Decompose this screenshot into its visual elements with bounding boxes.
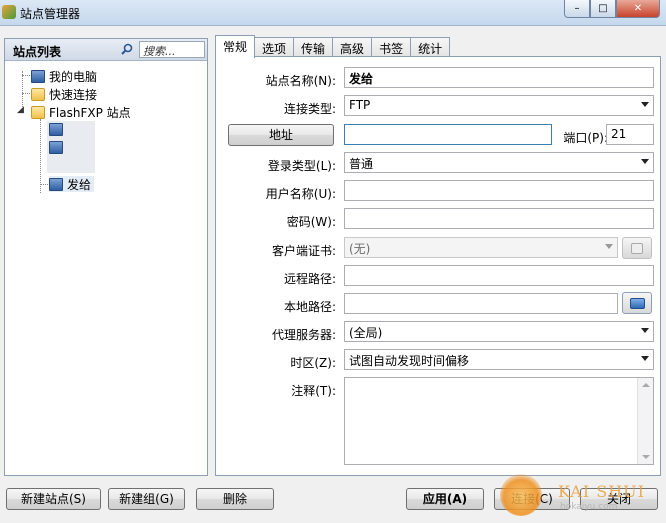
tab-general[interactable]: 常规 (215, 35, 256, 58)
proxy-select[interactable]: (全局) (344, 321, 654, 342)
dropdown-arrow-icon (605, 244, 613, 249)
notes-textarea[interactable] (344, 377, 654, 465)
client-cert-select[interactable]: (无) (344, 237, 618, 258)
computer-icon (31, 69, 45, 83)
connection-type-select[interactable]: FTP (344, 95, 654, 116)
tab-bookmarks[interactable]: 书签 (371, 37, 412, 58)
new-site-button[interactable]: 新建站点(S) (6, 488, 101, 510)
new-group-button[interactable]: 新建组(G) (108, 488, 185, 510)
proxy-label: 代理服务器: (271, 328, 336, 342)
search-icon[interactable] (121, 43, 133, 55)
site-list-header: 站点列表 搜索... (5, 39, 207, 61)
login-type-select[interactable]: 普通 (344, 152, 654, 173)
tree-item-label: 快速连接 (49, 87, 98, 102)
folder-icon (630, 298, 645, 309)
certificate-icon (631, 243, 643, 254)
site-list-title: 站点列表 (13, 45, 62, 59)
dropdown-arrow-icon (641, 102, 649, 107)
window-controls: – □ ✕ (564, 0, 660, 18)
site-list-panel: 站点列表 搜索... ◢ 我的电脑 快速连接 FlashFXP 站点 发给 (4, 38, 208, 476)
tree-item-flashfxp-sites[interactable]: FlashFXP 站点 (31, 104, 131, 120)
connection-type-value: FTP (349, 98, 371, 112)
search-input[interactable]: 搜索... (139, 41, 205, 58)
password-label: 密码(W): (286, 215, 336, 229)
local-path-label: 本地路径: (283, 300, 336, 314)
site-icon (49, 177, 63, 191)
timezone-value: 试图自动发现时间偏移 (349, 354, 470, 368)
site-icon (49, 141, 63, 154)
folder-icon (31, 87, 45, 101)
minimize-button[interactable]: – (564, 0, 590, 18)
timezone-select[interactable]: 试图自动发现时间偏移 (344, 349, 654, 370)
app-icon (2, 5, 16, 19)
browse-folder-button[interactable] (622, 292, 652, 314)
folder-icon (31, 105, 45, 119)
port-label: 端口(P): (563, 131, 608, 145)
notes-label: 注释(T): (291, 384, 336, 398)
remote-path-input[interactable] (344, 265, 654, 286)
dropdown-arrow-icon (641, 159, 649, 164)
tab-transfer[interactable]: 传输 (293, 37, 334, 58)
tab-bar: 常规 选项 传输 高级 书签 统计 (215, 35, 451, 58)
maximize-button[interactable]: □ (590, 0, 616, 18)
username-input[interactable] (344, 180, 654, 201)
client-cert-label: 客户端证书: (271, 244, 336, 258)
connection-type-label: 连接类型: (283, 102, 336, 116)
close-window-button[interactable]: ✕ (616, 0, 660, 18)
site-icon (49, 123, 63, 136)
login-type-label: 登录类型(L): (267, 159, 336, 173)
notes-scrollbar[interactable] (637, 378, 653, 464)
remote-path-label: 远程路径: (283, 272, 336, 286)
certificate-button[interactable] (622, 237, 652, 259)
site-name-input[interactable]: 发给 (344, 67, 654, 88)
site-name-label: 站点名称(N): (265, 74, 336, 88)
connect-button[interactable]: 连接(C) (494, 488, 570, 510)
tree-collapse-icon[interactable]: ◢ (17, 105, 24, 115)
tree-item-my-computer[interactable]: 我的电脑 (31, 68, 97, 84)
port-input[interactable]: 21 (606, 124, 654, 145)
dropdown-arrow-icon (641, 356, 649, 361)
tree-item-quick-connect[interactable]: 快速连接 (31, 86, 97, 102)
tree-item-site-selected[interactable]: 发给 (49, 176, 95, 192)
apply-button[interactable]: 应用(A) (406, 488, 484, 510)
login-type-value: 普通 (349, 157, 374, 171)
general-tab-panel: 站点名称(N): 发给 连接类型: FTP 地址 端口(P): 21 登录类型(… (215, 56, 661, 476)
obscured-tree-items (47, 121, 95, 173)
tree-item-label: 我的电脑 (49, 69, 98, 84)
tab-options[interactable]: 选项 (254, 37, 295, 58)
delete-button[interactable]: 删除 (196, 488, 274, 510)
scroll-down-icon (642, 455, 650, 459)
address-button[interactable]: 地址 (228, 124, 334, 146)
username-label: 用户名称(U): (265, 187, 336, 201)
local-path-input[interactable] (344, 293, 618, 314)
tab-statistics[interactable]: 统计 (410, 37, 451, 58)
scroll-up-icon (642, 383, 650, 387)
close-button[interactable]: 关闭 (580, 488, 658, 510)
tree-item-label: FlashFXP 站点 (49, 105, 131, 120)
timezone-label: 时区(Z): (290, 356, 336, 370)
tree-item-label: 发给 (67, 177, 92, 192)
tab-advanced[interactable]: 高级 (332, 37, 373, 58)
proxy-value: (全局) (349, 326, 383, 340)
title-bar: 站点管理器 – □ ✕ (0, 0, 666, 26)
client-cert-value: (无) (349, 242, 371, 256)
password-input[interactable] (344, 208, 654, 229)
window-title: 站点管理器 (20, 7, 81, 21)
dropdown-arrow-icon (641, 328, 649, 333)
